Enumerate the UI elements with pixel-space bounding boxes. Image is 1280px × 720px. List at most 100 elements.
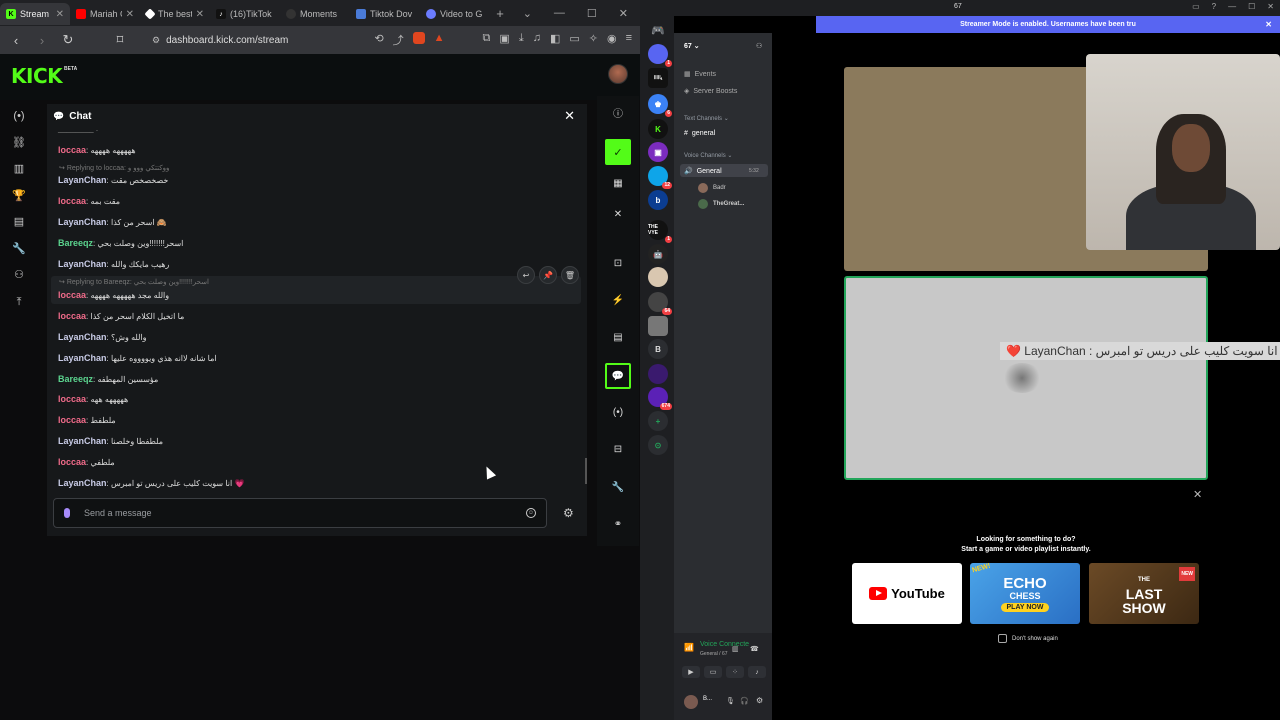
server-icon[interactable] — [648, 364, 668, 384]
voice-user[interactable]: TheGreat... — [698, 199, 744, 209]
chat-username[interactable]: Bareeqz — [58, 238, 93, 248]
minimize-icon[interactable]: — — [554, 7, 565, 20]
headphones-icon[interactable]: 🎧 — [740, 697, 749, 705]
reply-icon[interactable]: ↩ — [517, 266, 535, 284]
tab-the-best[interactable]: The best C ✕ — [140, 3, 210, 25]
voice-user[interactable]: Badr — [698, 183, 726, 193]
server-icon[interactable]: ▣ — [648, 142, 668, 162]
server-icon[interactable]: 12 — [648, 166, 672, 189]
forward-icon[interactable]: › — [34, 33, 50, 48]
tab-tiktok[interactable]: ♪ (16)TikTok — [210, 3, 280, 25]
camera-button[interactable]: ▶ — [682, 666, 700, 678]
trash-icon[interactable]: 🗑 — [561, 266, 579, 284]
close-window-icon[interactable]: ✕ — [1267, 2, 1274, 11]
kick-server-icon[interactable]: K — [648, 119, 668, 139]
new-tab-button[interactable]: + — [490, 6, 510, 21]
tab-stream[interactable]: K Stream ✕ — [0, 3, 70, 25]
broadcast-icon[interactable]: (•) — [611, 406, 625, 420]
chat-username[interactable]: loccaa — [58, 415, 86, 425]
tab-search-icon[interactable]: ⌄ — [523, 7, 532, 20]
youtube-activity-card[interactable]: YouTube — [852, 563, 962, 624]
close-icon[interactable]: ✕ — [126, 9, 134, 20]
back-icon[interactable]: ‹ — [8, 33, 24, 48]
add-server-icon[interactable]: + — [648, 411, 668, 431]
scenes-icon[interactable]: ⊟ — [611, 443, 625, 457]
noise-suppression-icon[interactable]: ▥ — [732, 645, 739, 653]
video-tile[interactable] — [844, 54, 1280, 271]
disconnect-icon[interactable]: ☎ — [750, 645, 759, 653]
server-icon[interactable]: b — [648, 190, 668, 210]
tab-tiktok-download[interactable]: Tiktok Dov — [350, 3, 420, 25]
screenshot-icon[interactable]: ▣ — [499, 32, 509, 48]
voice-channel-general[interactable]: 🔊 General — [684, 167, 722, 176]
lightning-icon[interactable]: ⚡ — [611, 294, 625, 308]
focus-icon[interactable]: ⊡ — [611, 257, 625, 271]
close-icon[interactable]: ✕ — [1193, 488, 1202, 501]
bookmark-icon[interactable]: ⌑ — [112, 32, 128, 48]
pin-icon[interactable]: 📌 — [539, 266, 557, 284]
analytics-icon[interactable]: ▥ — [12, 162, 26, 176]
events-item[interactable]: ▦ Events — [684, 70, 716, 79]
wrench-icon[interactable]: 🔧 — [12, 242, 26, 256]
link-icon[interactable]: ⛓ — [12, 136, 26, 150]
chat-username[interactable]: loccaa — [58, 290, 86, 300]
dont-show-again-checkbox[interactable]: Don't show again — [998, 634, 1058, 643]
server-icon[interactable] — [648, 316, 668, 336]
check-icon[interactable]: ✓ — [605, 139, 631, 165]
server-icon[interactable]: THE VYE 1 — [648, 220, 672, 243]
echo-chess-activity-card[interactable]: NEW! ECHO CHESS PLAY NOW — [970, 563, 1080, 624]
webcam-feed[interactable] — [1086, 54, 1280, 250]
chat-username[interactable]: loccaa — [58, 196, 86, 206]
chat-username[interactable]: LayanChan — [58, 217, 107, 227]
server-icon[interactable] — [648, 267, 668, 287]
chat-icon[interactable]: 💬 — [605, 363, 631, 389]
notes-icon[interactable]: ▤ — [611, 331, 625, 345]
upload-icon[interactable]: ⤒ — [12, 295, 26, 309]
play-now-button[interactable]: PLAY NOW — [1000, 602, 1050, 612]
chat-scrollbar[interactable] — [585, 458, 587, 484]
chat-username[interactable]: LayanChan — [58, 478, 107, 488]
brave-rewards-icon[interactable]: ▲ — [434, 32, 445, 48]
server-icon[interactable]: يااااا — [648, 68, 668, 88]
server-icon[interactable]: 674 — [648, 387, 672, 410]
server-icon[interactable]: 64 — [648, 292, 672, 315]
chat-username[interactable]: loccaa — [58, 394, 86, 404]
site-info-icon[interactable]: ⚙ — [152, 35, 160, 46]
close-icon[interactable]: ✕ — [56, 9, 64, 20]
soundboard-button[interactable]: ♪ — [748, 666, 766, 678]
discord-home-icon[interactable]: 🎮 — [648, 20, 668, 40]
wallet-icon[interactable]: ▭ — [569, 32, 579, 48]
guild-name[interactable]: 67 ⌄ — [684, 42, 700, 50]
chat-username[interactable]: Bareeqz — [58, 374, 93, 384]
help-icon[interactable]: ? — [1212, 2, 1216, 11]
server-icon[interactable]: ♚ 6 — [648, 94, 672, 117]
chat-username[interactable]: LayanChan — [58, 436, 107, 446]
history-icon[interactable]: ⟲ — [374, 32, 383, 48]
inbox-icon[interactable]: ▭ — [1192, 2, 1200, 11]
mic-icon[interactable] — [64, 508, 70, 518]
tab-moments[interactable]: Moments — [280, 3, 350, 25]
vpn-icon[interactable]: ◉ — [607, 32, 617, 48]
media-icon[interactable]: ♫ — [533, 32, 541, 48]
last-show-activity-card[interactable]: NEW THE LAST SHOW — [1089, 563, 1199, 624]
gear-icon[interactable]: ⚙ — [756, 696, 763, 705]
server-icon[interactable]: B — [648, 339, 668, 359]
stream-icon[interactable]: (•) — [12, 109, 26, 123]
community-icon[interactable]: ⚇ — [12, 268, 26, 282]
menu-icon[interactable]: ≡ — [626, 32, 632, 48]
tools-icon[interactable]: 🔧 — [611, 481, 625, 495]
voice-status[interactable]: Voice Connecte — [700, 641, 749, 648]
server-icon[interactable]: 1 — [648, 44, 672, 67]
gear-icon[interactable]: ⚙ — [563, 506, 574, 520]
minimize-icon[interactable]: — — [1228, 2, 1236, 11]
chat-username[interactable]: LayanChan — [58, 332, 107, 342]
channel-general[interactable]: # general — [684, 130, 715, 137]
download-icon[interactable]: ⤓ — [519, 32, 524, 48]
brave-shield-icon[interactable] — [412, 32, 425, 44]
close-window-icon[interactable]: ✕ — [619, 7, 628, 20]
voice-channels-category[interactable]: Voice Channels ⌄ — [684, 152, 732, 159]
maximize-icon[interactable]: ☐ — [587, 7, 597, 20]
trophy-icon[interactable]: 🏆 — [12, 189, 26, 203]
extensions-icon[interactable]: ⧉ — [483, 32, 491, 48]
share-icon[interactable]: ⚭ — [611, 518, 625, 532]
